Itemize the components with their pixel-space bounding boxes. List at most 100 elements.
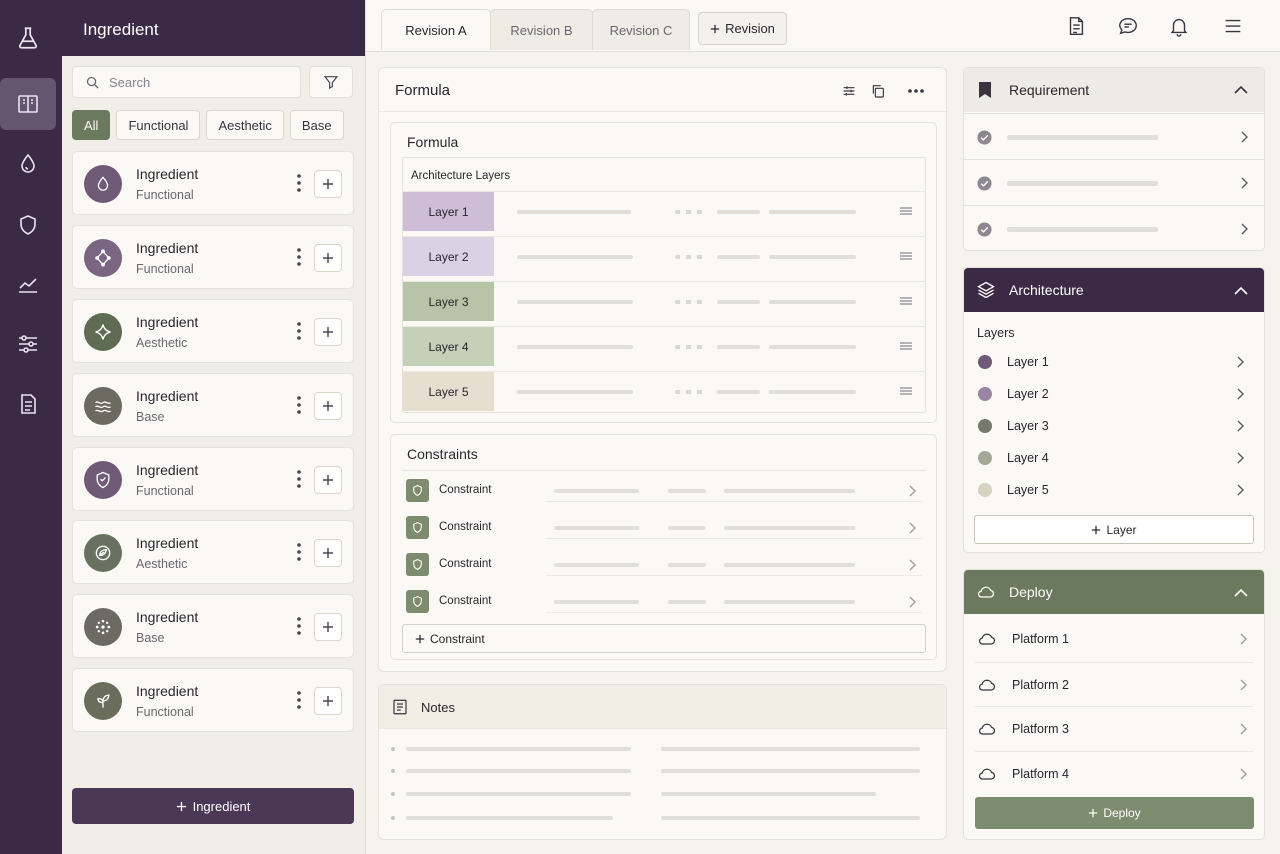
platform-row[interactable]: Platform 1 — [975, 617, 1253, 661]
more-horizontal-icon[interactable] — [907, 88, 925, 94]
filter-chip-base[interactable]: Base — [289, 110, 344, 140]
constraint-row[interactable]: Constraint — [403, 586, 924, 618]
shield-icon[interactable] — [0, 199, 56, 251]
deploy-button[interactable]: Deploy — [975, 797, 1254, 829]
ingredient-card[interactable]: Ingredient Functional — [72, 447, 354, 511]
adjust-icon[interactable] — [841, 83, 857, 99]
chevron-up-icon[interactable] — [1234, 588, 1248, 597]
layer-chip: Layer 2 — [403, 237, 494, 276]
requirement-row[interactable] — [964, 205, 1264, 250]
layer-row[interactable]: Layer 5 — [403, 371, 925, 411]
sprout-icon — [84, 682, 122, 720]
ingredient-card[interactable]: Ingredient Base — [72, 594, 354, 658]
menu-icon[interactable] — [1222, 15, 1244, 37]
drag-handle-icon[interactable] — [900, 251, 912, 261]
add-ingredient-primary-button[interactable]: Ingredient — [72, 788, 354, 824]
constraint-row[interactable]: Constraint — [403, 549, 924, 581]
document-icon[interactable] — [1065, 15, 1087, 37]
add-constraint-button[interactable]: Constraint — [402, 624, 926, 653]
architecture-layer-row[interactable]: Layer 4 — [976, 442, 1252, 474]
filter-chip-functional[interactable]: Functional — [116, 110, 201, 140]
ingredient-type: Base — [136, 410, 165, 424]
architecture-header[interactable]: Architecture — [964, 268, 1264, 312]
sliders-icon[interactable] — [0, 318, 56, 370]
notes-title: Notes — [421, 700, 455, 715]
add-ingredient-button[interactable] — [314, 170, 342, 198]
ingredient-card[interactable]: Ingredient Aesthetic — [72, 299, 354, 363]
platform-row[interactable]: Platform 3 — [975, 706, 1253, 750]
ingredient-card[interactable]: Ingredient Base — [72, 373, 354, 437]
platform-label: Platform 4 — [1012, 767, 1069, 781]
architecture-subtitle: Layers — [977, 326, 1015, 340]
lab-flask-icon[interactable] — [0, 12, 56, 64]
chat-icon[interactable] — [1117, 15, 1139, 37]
more-vertical-icon[interactable] — [295, 468, 303, 490]
more-vertical-icon[interactable] — [295, 541, 303, 563]
add-revision-button[interactable]: Revision — [698, 12, 787, 45]
filter-chip-all[interactable]: All — [72, 110, 111, 140]
layer-color-dot — [978, 451, 992, 465]
chart-line-icon[interactable] — [0, 258, 56, 310]
deploy-header[interactable]: Deploy — [964, 570, 1264, 614]
layer-row[interactable]: Layer 3 — [403, 281, 925, 321]
copy-icon[interactable] — [870, 83, 886, 99]
add-ingredient-button[interactable] — [314, 613, 342, 641]
more-vertical-icon[interactable] — [295, 615, 303, 637]
add-ingredient-button[interactable] — [314, 244, 342, 272]
constraint-row[interactable]: Constraint — [403, 475, 924, 507]
add-ingredient-button[interactable] — [314, 466, 342, 494]
filter-button[interactable] — [309, 66, 353, 98]
panel-title: Ingredient — [62, 0, 365, 56]
drag-handle-icon[interactable] — [900, 341, 912, 351]
requirement-row[interactable] — [964, 113, 1264, 159]
waves-icon — [84, 387, 122, 425]
add-ingredient-button[interactable] — [314, 392, 342, 420]
more-vertical-icon[interactable] — [295, 689, 303, 711]
tab-revision-c[interactable]: Revision C — [592, 9, 690, 50]
droplet-icon — [84, 165, 122, 203]
more-vertical-icon[interactable] — [295, 246, 303, 268]
ingredient-card[interactable]: Ingredient Functional — [72, 668, 354, 732]
ingredient-card[interactable]: Ingredient Aesthetic — [72, 520, 354, 584]
more-vertical-icon[interactable] — [295, 172, 303, 194]
architecture-layer-row[interactable]: Layer 3 — [976, 410, 1252, 442]
plus-icon — [323, 401, 333, 411]
book-icon[interactable] — [0, 78, 56, 130]
bell-icon[interactable] — [1168, 15, 1190, 37]
drag-handle-icon[interactable] — [900, 296, 912, 306]
layer-row[interactable]: Layer 4 — [403, 326, 925, 366]
add-ingredient-button[interactable] — [314, 687, 342, 715]
drag-handle-icon[interactable] — [900, 386, 912, 396]
deploy-card: Deploy Platform 1 Platform 2 Platform 3 … — [963, 569, 1265, 840]
platform-row[interactable]: Platform 2 — [975, 662, 1253, 706]
constraint-row[interactable]: Constraint — [403, 512, 924, 544]
tab-revision-b[interactable]: Revision B — [490, 9, 593, 50]
more-vertical-icon[interactable] — [295, 394, 303, 416]
chevron-up-icon[interactable] — [1234, 85, 1248, 94]
chevron-right-icon — [1237, 484, 1244, 496]
droplet-icon[interactable] — [0, 138, 56, 190]
filter-chip-aesthetic[interactable]: Aesthetic — [206, 110, 284, 140]
architecture-layer-row[interactable]: Layer 1 — [976, 346, 1252, 378]
tab-revision-a[interactable]: Revision A — [381, 9, 491, 50]
add-ingredient-button[interactable] — [314, 318, 342, 346]
ingredient-card[interactable]: Ingredient Functional — [72, 151, 354, 215]
architecture-layer-row[interactable]: Layer 2 — [976, 378, 1252, 410]
chevron-up-icon[interactable] — [1234, 286, 1248, 295]
ingredient-card[interactable]: Ingredient Functional — [72, 225, 354, 289]
ingredient-panel: Ingredient Search All Functional Aesthet… — [62, 0, 366, 854]
requirement-row[interactable] — [964, 159, 1264, 205]
architecture-layer-row[interactable]: Layer 5 — [976, 474, 1252, 506]
layer-chip: Layer 4 — [403, 327, 494, 366]
platform-row[interactable]: Platform 4 — [975, 751, 1253, 795]
requirement-header[interactable]: Requirement — [964, 68, 1264, 112]
add-ingredient-button[interactable] — [314, 539, 342, 567]
more-vertical-icon[interactable] — [295, 320, 303, 342]
search-input[interactable]: Search — [72, 66, 301, 98]
layer-row[interactable]: Layer 1 — [403, 191, 925, 231]
document-icon[interactable] — [0, 378, 56, 430]
drag-handle-icon[interactable] — [900, 206, 912, 216]
ingredient-type: Functional — [136, 705, 194, 719]
add-layer-button[interactable]: Layer — [974, 515, 1254, 544]
layer-row[interactable]: Layer 2 — [403, 236, 925, 276]
